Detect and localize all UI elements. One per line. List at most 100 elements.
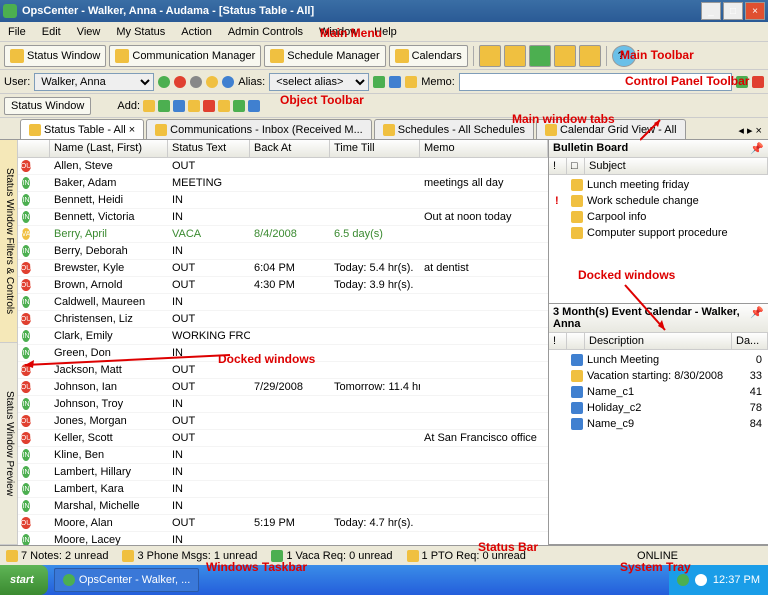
table-row[interactable]: INJohnson, TroyIN: [18, 396, 548, 413]
table-row[interactable]: OUJohnson, IanOUT7/29/2008Tomorrow: 11.4…: [18, 379, 548, 396]
menu-help[interactable]: Help: [366, 24, 405, 40]
status-grey-icon[interactable]: [190, 76, 202, 88]
rail-preview[interactable]: Status Window Preview: [0, 343, 17, 546]
system-tray[interactable]: 12:37 PM: [669, 565, 768, 595]
add-icon-5[interactable]: [203, 100, 215, 112]
menu-window[interactable]: Window: [311, 24, 366, 40]
bulletin-item[interactable]: !Work schedule change: [551, 193, 766, 209]
menu-view[interactable]: View: [69, 24, 109, 40]
tab-close-icon[interactable]: ×: [129, 124, 135, 136]
add-icon-8[interactable]: [248, 100, 260, 112]
tab-schedules[interactable]: Schedules - All Schedules: [374, 119, 534, 139]
table-row[interactable]: OUMoore, AlanOUT5:19 PMToday: 4.7 hr(s).: [18, 515, 548, 532]
status-vaca[interactable]: 1 Vaca Req: 0 unread: [286, 550, 392, 562]
status-blue-icon[interactable]: [222, 76, 234, 88]
table-row[interactable]: INCaldwell, MaureenIN: [18, 294, 548, 311]
schedule-manager-button[interactable]: Schedule Manager: [264, 45, 385, 67]
status-window-button[interactable]: Status Window: [4, 45, 106, 67]
tool-icon-4[interactable]: [554, 45, 576, 67]
table-body[interactable]: OUAllen, SteveOUTINBaker, AdamMEETINGmee…: [18, 158, 548, 545]
menu-admin[interactable]: Admin Controls: [220, 24, 311, 40]
menu-action[interactable]: Action: [173, 24, 220, 40]
add-icon-3[interactable]: [173, 100, 185, 112]
table-row[interactable]: INGreen, DonIN: [18, 345, 548, 362]
help-icon[interactable]: ?: [612, 45, 636, 67]
table-row[interactable]: INMarshal, MichelleIN: [18, 498, 548, 515]
add-icon-1[interactable]: [143, 100, 155, 112]
tool-icon-1[interactable]: [479, 45, 501, 67]
status-yellow-icon[interactable]: [206, 76, 218, 88]
obj-status-window[interactable]: Status Window: [4, 97, 91, 115]
status-phone[interactable]: 3 Phone Msgs: 1 unread: [137, 550, 257, 562]
cp-icon-2[interactable]: [389, 76, 401, 88]
close-button[interactable]: ×: [745, 2, 765, 20]
menu-file[interactable]: File: [0, 24, 34, 40]
calendars-button[interactable]: Calendars: [389, 45, 468, 67]
status-red-icon[interactable]: [174, 76, 186, 88]
bulletin-item[interactable]: Carpool info: [551, 209, 766, 225]
table-row[interactable]: INBennett, HeidiIN: [18, 192, 548, 209]
minimize-button[interactable]: _: [701, 2, 721, 20]
table-row[interactable]: OUChristensen, LizOUT: [18, 311, 548, 328]
pane-pin-icon[interactable]: 📌: [750, 142, 764, 155]
table-row[interactable]: INMoore, LaceyIN: [18, 532, 548, 545]
rail-filters-controls[interactable]: Status Window Filters & Controls: [0, 140, 17, 343]
col-status[interactable]: Status Text: [168, 140, 250, 157]
comm-manager-button[interactable]: Communication Manager: [109, 45, 261, 67]
cal-days-col[interactable]: Da...: [732, 333, 768, 349]
tool-icon-2[interactable]: [504, 45, 526, 67]
memo-go-icon[interactable]: [736, 76, 748, 88]
table-row[interactable]: OUJones, MorganOUT: [18, 413, 548, 430]
tool-icon-5[interactable]: [579, 45, 601, 67]
status-pto[interactable]: 1 PTO Req: 0 unread: [422, 550, 526, 562]
col-back[interactable]: Back At: [250, 140, 330, 157]
calendar-item[interactable]: Name_c984: [551, 416, 766, 432]
table-row[interactable]: INClark, EmilyWORKING FROM ...: [18, 328, 548, 345]
memo-clear-icon[interactable]: [752, 76, 764, 88]
tab-nav-icons[interactable]: ◂ ▸ ×: [732, 122, 768, 139]
menu-edit[interactable]: Edit: [34, 24, 69, 40]
bulletin-subject-col[interactable]: Subject: [585, 158, 768, 174]
add-icon-7[interactable]: [233, 100, 245, 112]
add-icon-4[interactable]: [188, 100, 200, 112]
col-memo[interactable]: Memo: [420, 140, 548, 157]
table-row[interactable]: INBennett, VictoriaINOut at noon today: [18, 209, 548, 226]
table-row[interactable]: OUJackson, MattOUT: [18, 362, 548, 379]
table-row[interactable]: INBaker, AdamMEETINGmeetings all day: [18, 175, 548, 192]
menu-mystatus[interactable]: My Status: [108, 24, 173, 40]
maximize-button[interactable]: □: [723, 2, 743, 20]
calendar-item[interactable]: Name_c141: [551, 384, 766, 400]
taskbar-app-button[interactable]: OpsCenter - Walker, ...: [54, 568, 199, 592]
calendar-item[interactable]: Lunch Meeting0: [551, 352, 766, 368]
bulletin-item[interactable]: Lunch meeting friday: [551, 177, 766, 193]
calendar-item[interactable]: Vacation starting: 8/30/200833: [551, 368, 766, 384]
table-row[interactable]: OUBrown, ArnoldOUT4:30 PMToday: 3.9 hr(s…: [18, 277, 548, 294]
col-till[interactable]: Time Till: [330, 140, 420, 157]
table-row[interactable]: INLambert, HillaryIN: [18, 464, 548, 481]
cp-icon-1[interactable]: [373, 76, 385, 88]
cal-desc-col[interactable]: Description: [585, 333, 732, 349]
table-row[interactable]: INKline, BenIN: [18, 447, 548, 464]
start-button[interactable]: start: [0, 565, 48, 595]
add-icon-2[interactable]: [158, 100, 170, 112]
tab-status-table[interactable]: Status Table - All×: [20, 119, 144, 139]
table-row[interactable]: OUAllen, SteveOUT: [18, 158, 548, 175]
alias-select[interactable]: <select alias>: [269, 73, 369, 91]
calendar-item[interactable]: Holiday_c278: [551, 400, 766, 416]
add-icon-6[interactable]: [218, 100, 230, 112]
bulletin-item[interactable]: Computer support procedure: [551, 225, 766, 241]
tool-icon-3[interactable]: [529, 45, 551, 67]
user-select[interactable]: Walker, Anna: [34, 73, 154, 91]
status-green-icon[interactable]: [158, 76, 170, 88]
cp-icon-3[interactable]: [405, 76, 417, 88]
tab-communications[interactable]: Communications - Inbox (Received M...: [146, 119, 372, 139]
tab-calendar-grid[interactable]: Calendar Grid View - All: [536, 119, 686, 139]
pane-pin-icon[interactable]: 📌: [750, 306, 764, 330]
status-notes[interactable]: 7 Notes: 2 unread: [21, 550, 108, 562]
table-row[interactable]: INLambert, KaraIN: [18, 481, 548, 498]
table-row[interactable]: VABerry, AprilVACA8/4/20086.5 day(s): [18, 226, 548, 243]
table-row[interactable]: OUBrewster, KyleOUT6:04 PMToday: 5.4 hr(…: [18, 260, 548, 277]
table-row[interactable]: OUKeller, ScottOUTAt San Francisco offic…: [18, 430, 548, 447]
col-name[interactable]: Name (Last, First): [50, 140, 168, 157]
table-row[interactable]: INBerry, DeborahIN: [18, 243, 548, 260]
